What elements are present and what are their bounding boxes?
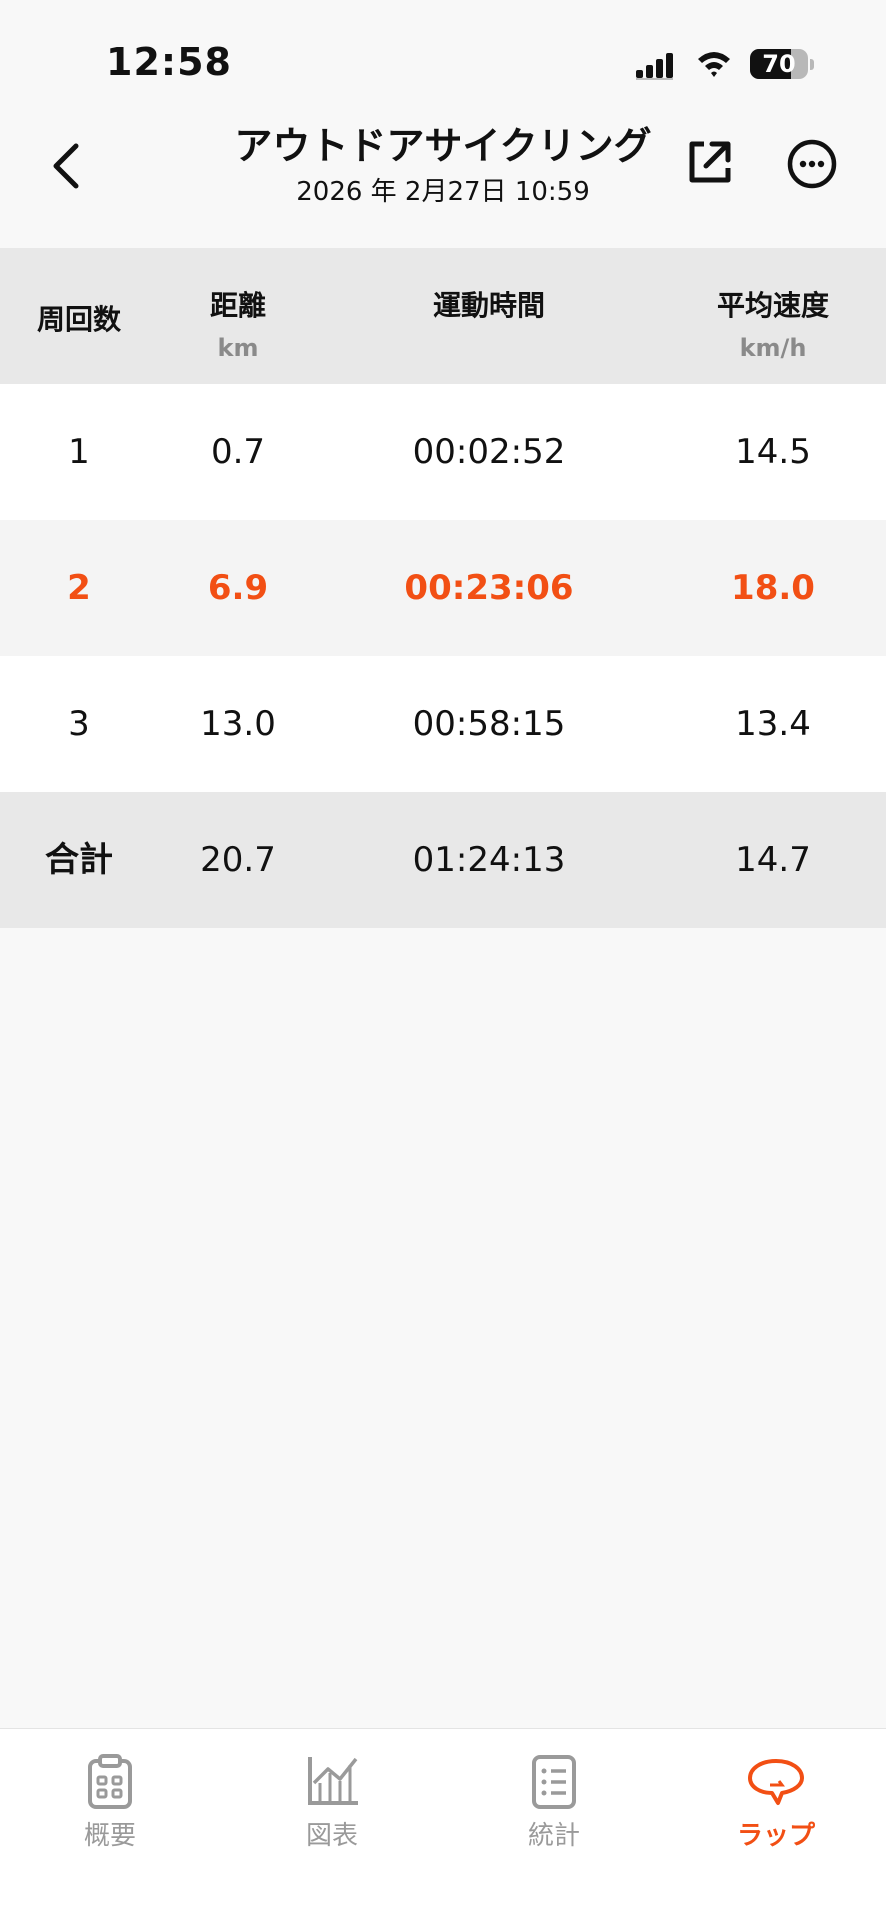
total-distance: 20.7 bbox=[200, 840, 276, 880]
column-unit-distance: km bbox=[217, 334, 259, 362]
lap-number: 3 bbox=[68, 704, 90, 744]
back-button[interactable] bbox=[40, 134, 96, 198]
signal-icon bbox=[636, 53, 673, 80]
battery-text: 70 bbox=[762, 50, 796, 78]
clipboard-icon bbox=[88, 1754, 132, 1809]
chart-icon bbox=[308, 1757, 358, 1805]
page-title: アウトドアサイクリング bbox=[234, 124, 652, 168]
column-unit-speed: km/h bbox=[739, 334, 807, 362]
page-subtitle: 2026 年 2月27日 10:59 bbox=[296, 177, 590, 207]
list-icon bbox=[532, 1755, 576, 1809]
lap-number: 2 bbox=[67, 568, 91, 608]
tab-stats[interactable]: 統計 bbox=[464, 1751, 644, 1861]
total-speed: 14.7 bbox=[735, 840, 811, 880]
tab-chart[interactable]: 図表 bbox=[242, 1751, 422, 1861]
lap-speed: 14.5 bbox=[735, 432, 811, 472]
lap-table-header: 周回数 距離 km 運動時間 平均速度 km/h bbox=[0, 248, 886, 384]
lap-distance: 6.9 bbox=[207, 568, 269, 608]
lap-number: 1 bbox=[68, 432, 90, 472]
tab-bar: 概要 図表 統計 ラップ bbox=[0, 1728, 886, 1921]
lap-time: 00:23:06 bbox=[404, 568, 574, 608]
battery-tip bbox=[810, 59, 814, 70]
nav-header: アウトドアサイクリング 2026 年 2月27日 10:59 bbox=[0, 120, 886, 246]
lap-distance: 0.7 bbox=[210, 432, 266, 472]
lap-row-fastest: 2 6.9 00:23:06 18.0 bbox=[0, 520, 886, 656]
tab-label: 概要 bbox=[83, 1821, 136, 1851]
lap-speed: 18.0 bbox=[731, 568, 815, 608]
lap-time: 00:02:52 bbox=[412, 432, 566, 472]
share-icon bbox=[689, 141, 731, 183]
more-icon bbox=[787, 139, 837, 189]
lap-speed: 13.4 bbox=[735, 704, 811, 744]
tab-label: 図表 bbox=[305, 1821, 358, 1851]
tab-laps[interactable]: ラップ bbox=[686, 1751, 866, 1861]
status-bar: 12:58 70 bbox=[0, 0, 886, 120]
tab-label: ラップ bbox=[736, 1821, 815, 1851]
lap-distance: 13.0 bbox=[200, 704, 276, 744]
status-time: 12:58 bbox=[106, 40, 232, 84]
column-header-lap: 周回数 bbox=[36, 303, 121, 336]
tab-overview[interactable]: 概要 bbox=[20, 1751, 200, 1861]
total-time: 01:24:13 bbox=[412, 840, 566, 880]
lap-row: 3 13.0 00:58:15 13.4 bbox=[0, 656, 886, 792]
tab-label: 統計 bbox=[527, 1821, 580, 1851]
battery-indicator: 70 bbox=[750, 49, 808, 79]
total-label: 合計 bbox=[45, 840, 113, 880]
lap-bubble-icon bbox=[748, 1759, 804, 1805]
column-header-speed: 平均速度 bbox=[716, 289, 829, 322]
column-header-time: 運動時間 bbox=[432, 289, 545, 322]
share-button[interactable] bbox=[682, 134, 738, 190]
column-header-distance: 距離 bbox=[209, 289, 266, 322]
lap-time: 00:58:15 bbox=[412, 704, 566, 744]
lap-row: 1 0.7 00:02:52 14.5 bbox=[0, 384, 886, 520]
total-row: 合計 20.7 01:24:13 14.7 bbox=[0, 792, 886, 928]
more-button[interactable] bbox=[784, 136, 840, 192]
wifi-icon bbox=[698, 52, 730, 77]
chevron-left-icon bbox=[53, 143, 79, 189]
